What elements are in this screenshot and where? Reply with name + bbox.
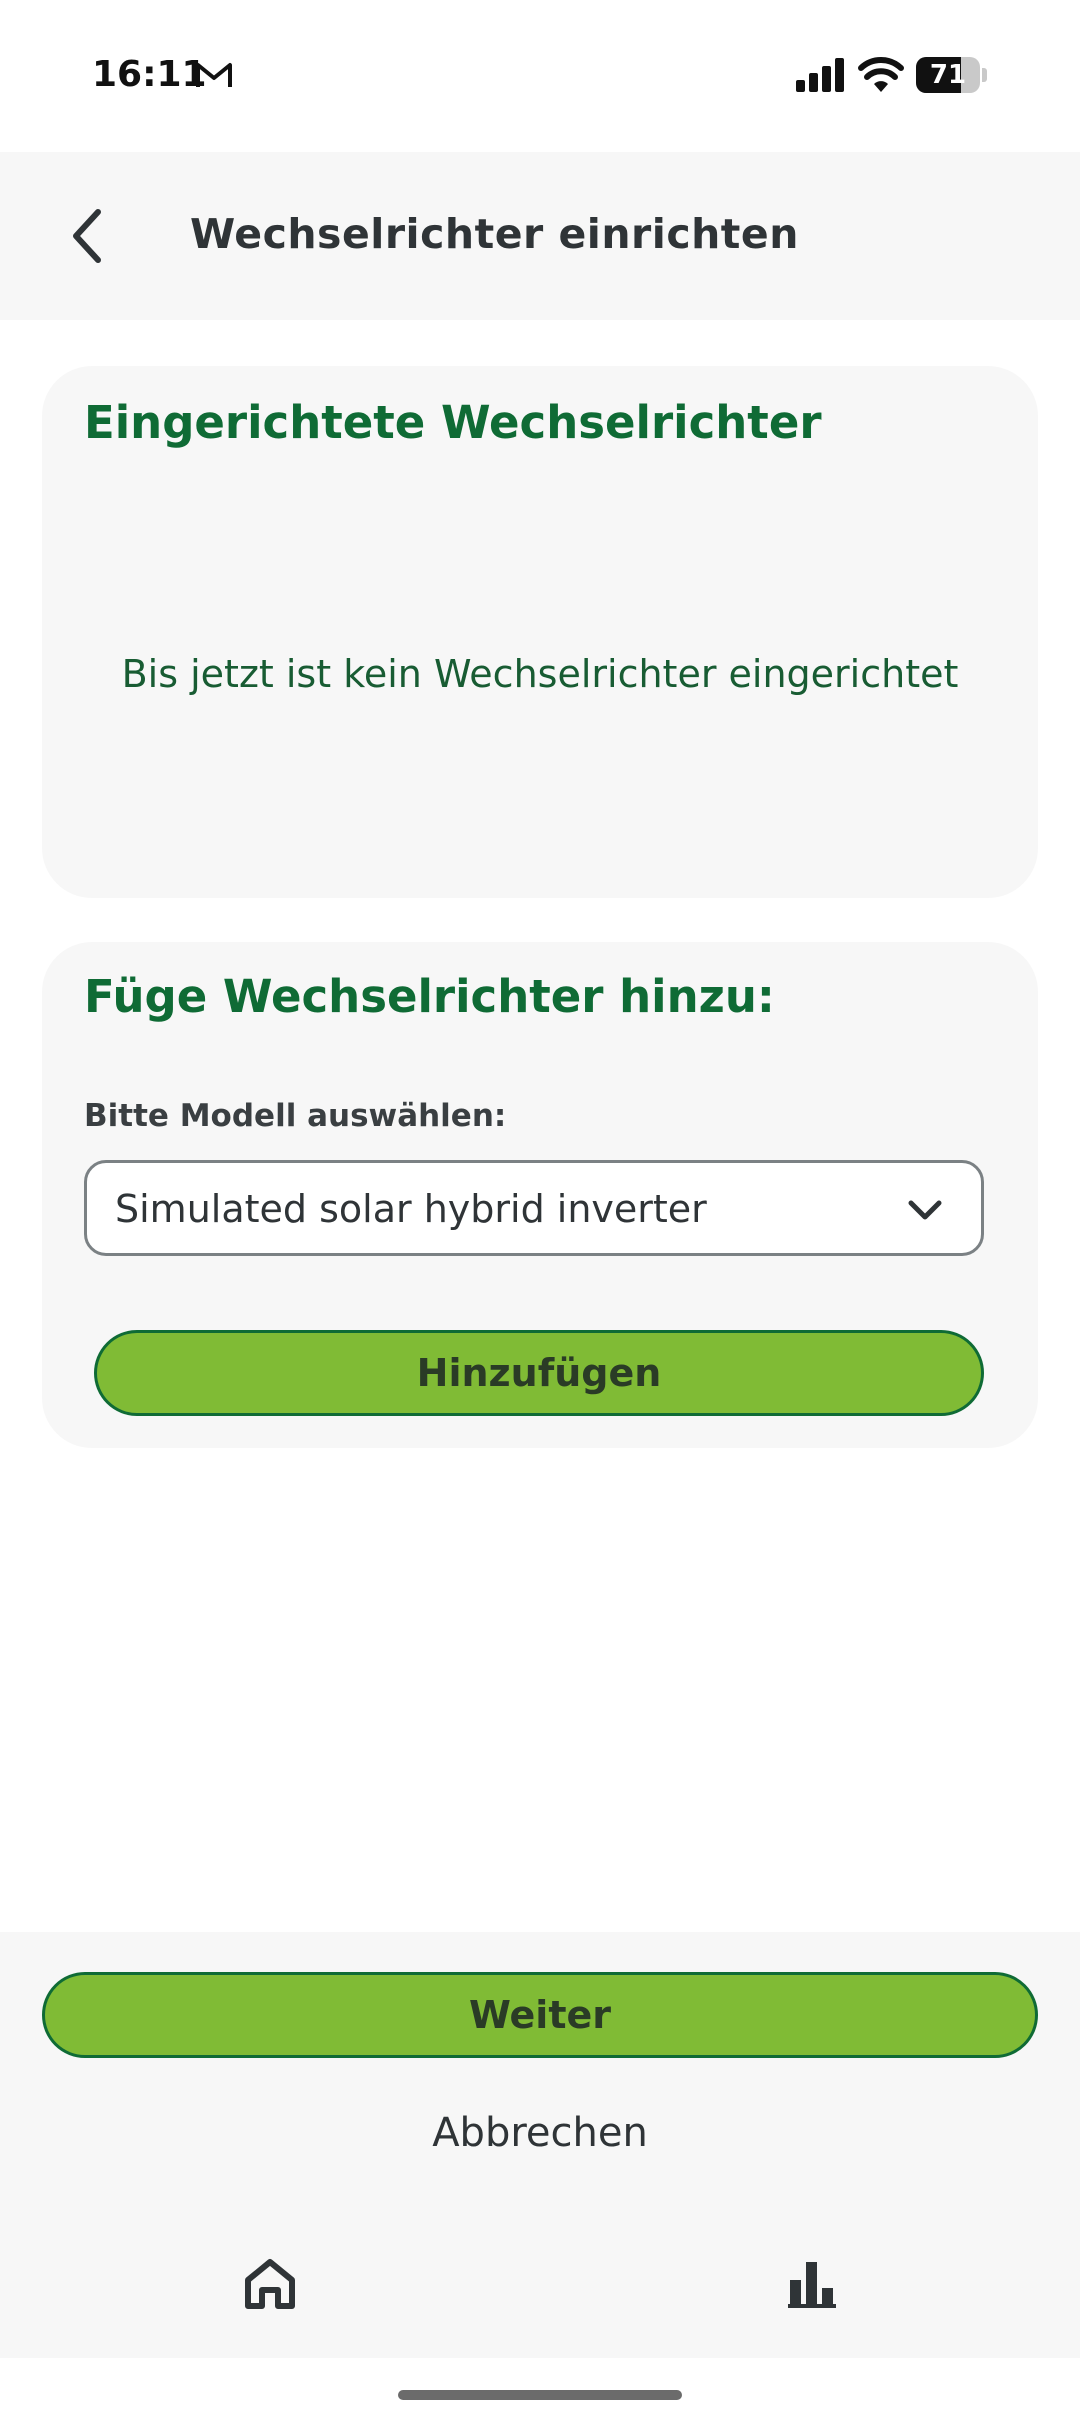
add-inverter-button[interactable]: Hinzufügen xyxy=(94,1330,984,1416)
model-select-value: Simulated solar hybrid inverter xyxy=(115,1187,707,1231)
model-select[interactable]: Simulated solar hybrid inverter xyxy=(84,1160,984,1256)
add-inverter-heading: Füge Wechselrichter hinzu: xyxy=(84,970,775,1023)
home-indicator[interactable] xyxy=(398,2390,682,2400)
cancel-button[interactable]: Abbrechen xyxy=(340,2098,740,2168)
wifi-icon xyxy=(858,57,904,92)
nav-statistics-tab[interactable] xyxy=(772,2244,852,2324)
home-indicator-area xyxy=(0,2358,1080,2424)
chevron-down-icon xyxy=(908,1200,942,1220)
back-button[interactable] xyxy=(48,194,128,278)
add-inverter-card: Füge Wechselrichter hinzu: Bitte Modell … xyxy=(42,942,1038,1448)
signal-icon xyxy=(796,58,844,92)
status-time: 16:11 xyxy=(92,54,207,95)
installed-inverters-card: Eingerichtete Wechselrichter Bis jetzt i… xyxy=(42,366,1038,898)
battery-icon: 71 xyxy=(916,57,987,93)
status-bar: 16:11 71 xyxy=(0,0,1080,152)
chevron-left-icon xyxy=(73,209,101,263)
home-icon xyxy=(245,2259,295,2309)
gmail-icon xyxy=(196,63,232,87)
bottom-panel: Weiter Abbrechen xyxy=(0,1932,1080,2358)
next-button[interactable]: Weiter xyxy=(42,1972,1038,2058)
app-bar: Wechselrichter einrichten xyxy=(0,152,1080,320)
empty-state-message: Bis jetzt ist kein Wechselrichter einger… xyxy=(121,652,959,696)
installed-inverters-heading: Eingerichtete Wechselrichter xyxy=(84,396,822,449)
battery-level: 71 xyxy=(929,60,967,90)
bar-chart-icon xyxy=(788,2262,836,2308)
nav-home-tab[interactable] xyxy=(230,2244,310,2324)
model-select-label: Bitte Modell auswählen: xyxy=(84,1098,507,1134)
page-title: Wechselrichter einrichten xyxy=(190,210,799,258)
